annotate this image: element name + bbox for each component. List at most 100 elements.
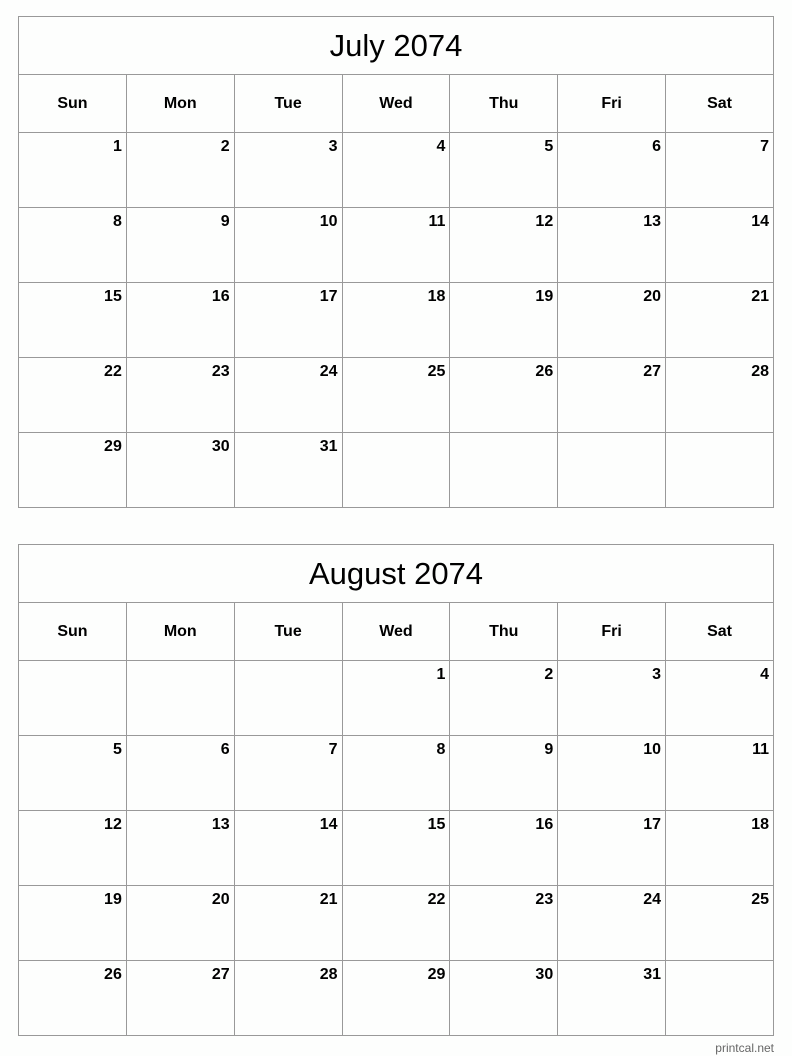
day-cell: 2 (125, 132, 235, 208)
empty-day-cell (125, 660, 235, 736)
empty-day-cell (557, 432, 667, 508)
day-cell: 7 (233, 735, 343, 811)
day-cell: 27 (125, 960, 235, 1036)
day-cell: 9 (449, 735, 559, 811)
day-cell: 31 (557, 960, 667, 1036)
day-cell: 27 (557, 357, 667, 433)
weeks: 1 2 3 4 5 6 7 8 9 10 11 12 13 14 15 16 17 18 19 20 21 22 23 24 2… (18, 132, 774, 508)
day-cell: 18 (665, 810, 774, 886)
day-cell: 20 (557, 282, 667, 358)
empty-day-cell (233, 660, 343, 736)
day-cell: 9 (125, 207, 235, 283)
weekday-label: Sat (665, 74, 774, 133)
day-cell: 23 (125, 357, 235, 433)
day-cell: 19 (18, 885, 127, 961)
calendar-august: August 2074 Sun Mon Tue Wed Thu Fri Sat … (18, 544, 774, 1036)
calendar-july: July 2074 Sun Mon Tue Wed Thu Fri Sat 12… (18, 16, 774, 508)
weekday-label: Thu (449, 74, 559, 133)
week-row: 5 6 7 8 9 10 11 (18, 735, 774, 811)
week-row: 1234 (18, 660, 774, 736)
day-cell: 11 (341, 207, 451, 283)
day-cell: 3 (233, 132, 343, 208)
empty-day-cell (341, 432, 451, 508)
day-cell: 7 (665, 132, 774, 208)
day-cell: 21 (665, 282, 774, 358)
week-row: 15 16 17 18 19 20 21 (18, 282, 774, 358)
day-cell: 15 (18, 282, 127, 358)
day-cell: 26 (449, 357, 559, 433)
weekday-label: Sun (18, 602, 127, 661)
day-cell: 1 (18, 132, 127, 208)
day-cell: 2 (449, 660, 559, 736)
day-cell: 21 (233, 885, 343, 961)
day-cell: 24 (233, 357, 343, 433)
day-cell: 5 (449, 132, 559, 208)
day-cell: 17 (557, 810, 667, 886)
day-cell: 19 (449, 282, 559, 358)
day-cell: 14 (233, 810, 343, 886)
weekday-label: Sat (665, 602, 774, 661)
day-cell: 12 (449, 207, 559, 283)
weeks: 1 2 3 4 5 6 7 8 9 10 11 12 13 14 15 16 17 18 19 20 21 22 23 24 2… (18, 660, 774, 1036)
weekday-label: Tue (233, 74, 343, 133)
day-cell: 22 (18, 357, 127, 433)
footer-credit: printcal.net (715, 1041, 774, 1055)
day-cell: 30 (125, 432, 235, 508)
day-cell: 11 (665, 735, 774, 811)
week-row: 8 9 10 11 12 13 14 (18, 207, 774, 283)
week-row: 12 13 14 15 16 17 18 (18, 810, 774, 886)
weekday-label: Mon (125, 602, 235, 661)
day-cell: 4 (341, 132, 451, 208)
day-cell: 22 (341, 885, 451, 961)
day-cell: 25 (665, 885, 774, 961)
week-row: 22 23 24 25 26 27 28 (18, 357, 774, 433)
day-cell: 24 (557, 885, 667, 961)
day-cell: 12 (18, 810, 127, 886)
weekday-label: Fri (557, 74, 667, 133)
weekday-label: Thu (449, 602, 559, 661)
day-cell: 29 (341, 960, 451, 1036)
day-cell: 16 (125, 282, 235, 358)
day-cell: 17 (233, 282, 343, 358)
day-cell: 29 (18, 432, 127, 508)
day-cell: 18 (341, 282, 451, 358)
day-cell: 5 (18, 735, 127, 811)
day-cell: 25 (341, 357, 451, 433)
day-cell: 23 (449, 885, 559, 961)
weekday-header-row: Sun Mon Tue Wed Thu Fri Sat (18, 74, 774, 133)
day-cell: 15 (341, 810, 451, 886)
day-cell: 13 (557, 207, 667, 283)
weekday-label: Wed (341, 602, 451, 661)
weekday-label: Sun (18, 74, 127, 133)
weekday-label: Tue (233, 602, 343, 661)
day-cell: 13 (125, 810, 235, 886)
month-title: July 2074 (18, 16, 774, 75)
empty-day-cell (18, 660, 127, 736)
day-cell: 30 (449, 960, 559, 1036)
week-row: 1234567 (18, 132, 774, 208)
day-cell: 14 (665, 207, 774, 283)
empty-day-cell (449, 432, 559, 508)
day-cell: 10 (233, 207, 343, 283)
day-cell: 10 (557, 735, 667, 811)
day-cell: 6 (125, 735, 235, 811)
empty-day-cell (665, 960, 774, 1036)
day-cell: 6 (557, 132, 667, 208)
day-cell: 8 (341, 735, 451, 811)
weekday-header-row: Sun Mon Tue Wed Thu Fri Sat (18, 602, 774, 661)
day-cell: 31 (233, 432, 343, 508)
empty-day-cell (665, 432, 774, 508)
day-cell: 28 (665, 357, 774, 433)
day-cell: 8 (18, 207, 127, 283)
day-cell: 28 (233, 960, 343, 1036)
weekday-label: Wed (341, 74, 451, 133)
week-row: 19 20 21 22 23 24 25 (18, 885, 774, 961)
week-row: 26 27 28 29 30 31 (18, 960, 774, 1036)
weekday-label: Fri (557, 602, 667, 661)
day-cell: 20 (125, 885, 235, 961)
day-cell: 3 (557, 660, 667, 736)
week-row: 29 30 31 (18, 432, 774, 508)
day-cell: 16 (449, 810, 559, 886)
weekday-label: Mon (125, 74, 235, 133)
day-cell: 4 (665, 660, 774, 736)
